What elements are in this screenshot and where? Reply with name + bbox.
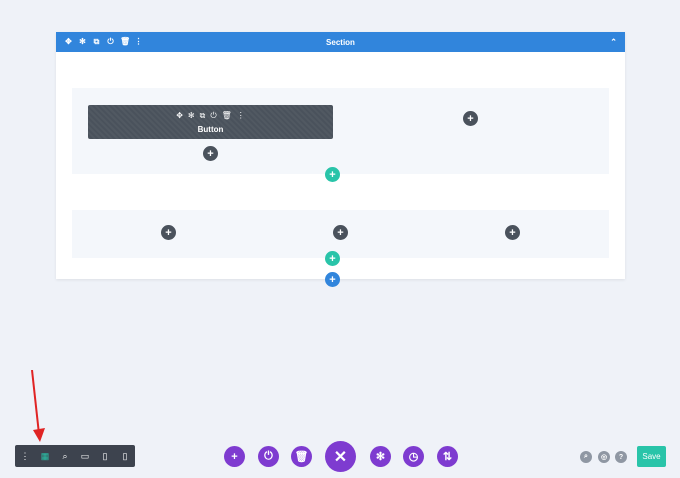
add-module-button[interactable]: + xyxy=(203,146,218,161)
trash-icon[interactable]: 🗑 xyxy=(222,111,232,121)
portability-button[interactable]: ⇅ xyxy=(437,446,458,467)
layers-icon[interactable]: ◎ xyxy=(598,451,610,463)
desktop-view-icon[interactable]: ▭ xyxy=(75,451,95,462)
history-button[interactable]: ◷ xyxy=(403,446,424,467)
trash-icon[interactable]: 🗑 xyxy=(120,38,130,46)
help-icon[interactable]: ? xyxy=(615,451,627,463)
wireframe-view-icon[interactable]: ▦ xyxy=(35,451,55,462)
tablet-view-icon[interactable]: ▯ xyxy=(95,451,115,462)
annotation-arrow xyxy=(31,370,45,442)
trash-button[interactable]: 🗑 xyxy=(291,446,312,467)
add-button[interactable]: + xyxy=(224,446,245,467)
add-module-button[interactable]: + xyxy=(463,111,478,126)
add-module-button[interactable]: + xyxy=(161,225,176,240)
button-module[interactable]: ✥ ✻ ⧉ ⏻ 🗑 ⋮ Button xyxy=(88,105,333,139)
gear-icon[interactable]: ✻ xyxy=(188,111,195,121)
chevron-up-icon[interactable]: ⌃ xyxy=(610,38,617,47)
module-tools: ✥ ✻ ⧉ ⏻ 🗑 ⋮ xyxy=(88,111,333,121)
move-icon[interactable]: ✥ xyxy=(176,111,183,121)
more-icon[interactable]: ⋮ xyxy=(15,451,35,462)
add-module-button[interactable]: + xyxy=(505,225,520,240)
search-icon[interactable]: ⌕ xyxy=(580,451,592,463)
more-icon[interactable]: ⋮ xyxy=(237,111,245,121)
add-section-button[interactable]: + xyxy=(325,272,340,287)
module-label: Button xyxy=(197,125,224,134)
gear-icon[interactable]: ✻ xyxy=(78,38,87,46)
power-button[interactable]: ⏻ xyxy=(258,446,279,467)
section-tools: ✥ ✻ ⧉ ⏻ 🗑 ⋮ xyxy=(56,38,143,46)
duplicate-icon[interactable]: ⧉ xyxy=(200,111,206,121)
save-button[interactable]: Save xyxy=(637,446,666,467)
move-icon[interactable]: ✥ xyxy=(64,38,73,46)
section-header-bar[interactable]: ✥ ✻ ⧉ ⏻ 🗑 ⋮ Section ⌃ xyxy=(56,32,625,52)
view-mode-toolbar: ⋮ ▦ ⌕ ▭ ▯ ▯ xyxy=(15,445,135,467)
phone-view-icon[interactable]: ▯ xyxy=(115,451,135,462)
power-icon[interactable]: ⏻ xyxy=(210,111,216,121)
add-module-button[interactable]: + xyxy=(333,225,348,240)
power-icon[interactable]: ⏻ xyxy=(106,38,115,46)
add-row-button[interactable]: + xyxy=(325,251,340,266)
zoom-icon[interactable]: ⌕ xyxy=(55,451,75,462)
close-button[interactable]: ✕ xyxy=(325,441,356,472)
more-icon[interactable]: ⋮ xyxy=(134,38,143,46)
duplicate-icon[interactable]: ⧉ xyxy=(92,38,101,46)
add-row-button[interactable]: + xyxy=(325,167,340,182)
settings-button[interactable]: ✻ xyxy=(370,446,391,467)
